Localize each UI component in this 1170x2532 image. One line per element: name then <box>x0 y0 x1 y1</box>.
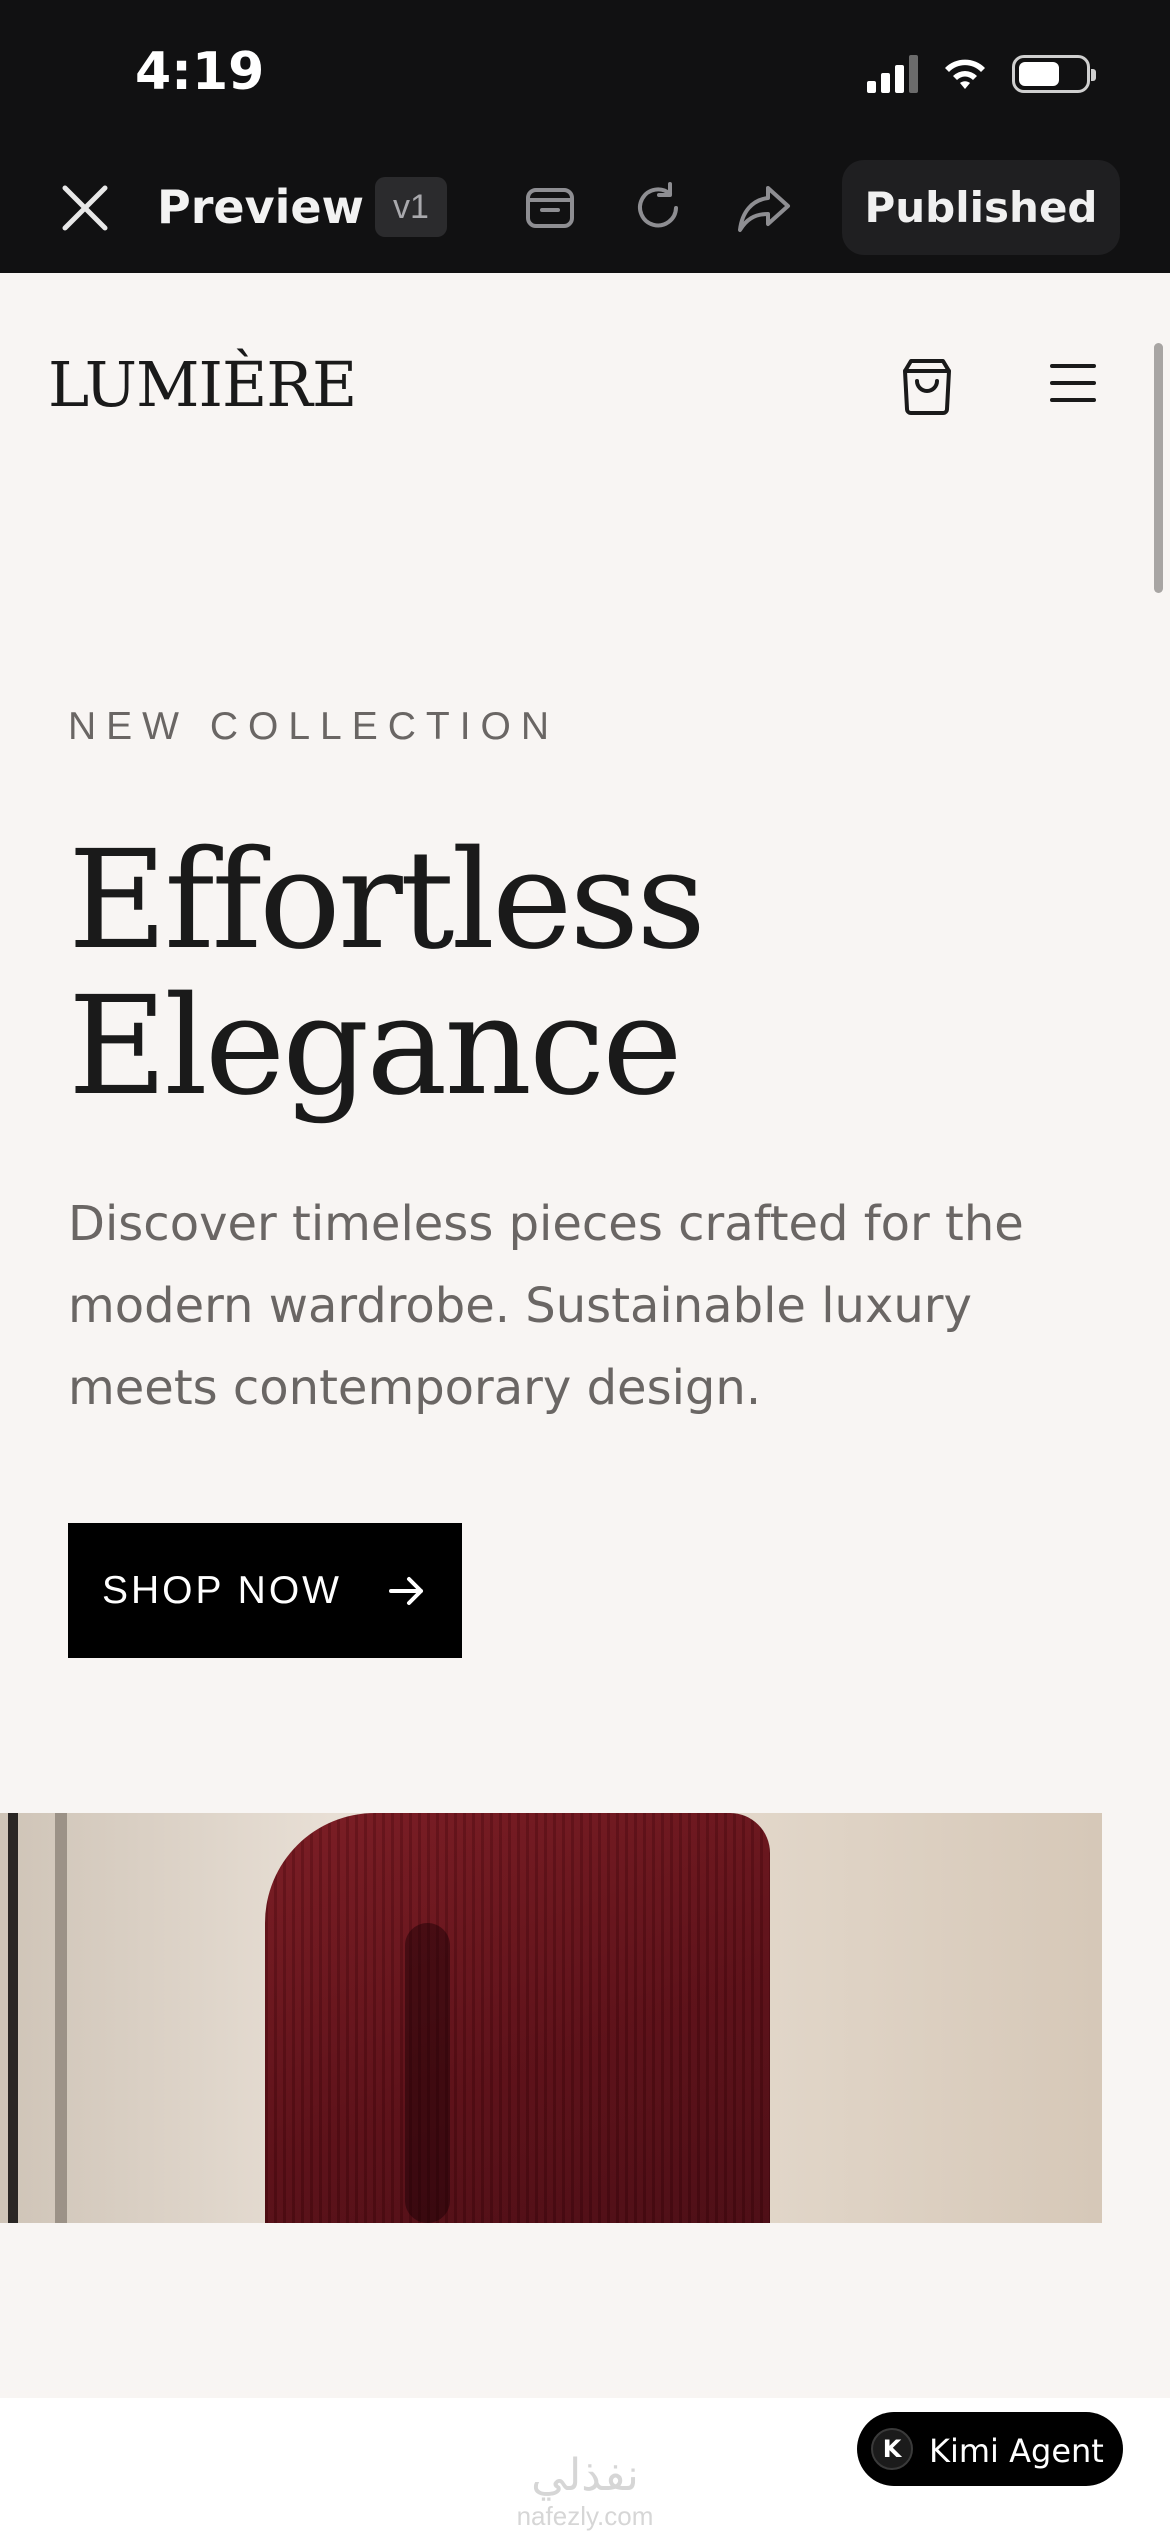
window-frame <box>8 1813 18 2223</box>
kimi-agent-label: Kimi Agent <box>929 2432 1104 2470</box>
hamburger-menu-icon[interactable] <box>1048 358 1098 408</box>
kimi-logo-icon: K <box>871 2428 913 2470</box>
watermark: نفذلي nafezly.com <box>510 2450 660 2532</box>
battery-icon <box>1012 55 1096 93</box>
share-icon[interactable] <box>736 180 792 236</box>
hero-title-line2: Elegance <box>68 968 683 1126</box>
refresh-icon[interactable] <box>630 180 686 236</box>
cellular-signal-icon <box>867 55 918 93</box>
watermark-latin: nafezly.com <box>516 2501 654 2531</box>
shopping-bag-icon[interactable] <box>897 355 957 417</box>
hero-image <box>0 1813 1102 2223</box>
published-button[interactable]: Published <box>842 160 1120 255</box>
close-icon[interactable] <box>55 178 115 238</box>
status-time: 4:19 <box>135 42 265 102</box>
window-frame-shadow <box>55 1813 67 2223</box>
hero-eyebrow: NEW COLLECTION <box>68 705 560 748</box>
preview-toolbar: Preview v1 Published <box>0 150 1170 273</box>
preview-title: Preview <box>157 180 365 234</box>
status-bar: 4:19 <box>0 0 1170 150</box>
hero-title-line1: Effortless <box>68 822 706 980</box>
folder-icon[interactable] <box>522 180 578 236</box>
hero-description: Discover timeless pieces crafted for the… <box>68 1196 1024 1416</box>
watermark-arabic: نفذلي <box>531 2450 639 2501</box>
sweater-fold <box>405 1923 450 2223</box>
hero-title: Effortless Elegance <box>68 828 1068 1120</box>
shop-now-label: SHOP NOW <box>102 1568 342 1612</box>
status-icons <box>867 55 1096 93</box>
version-badge[interactable]: v1 <box>375 177 447 237</box>
brand-logo[interactable]: LUMIÈRE <box>48 348 357 421</box>
scrollbar[interactable] <box>1154 343 1163 593</box>
wifi-icon <box>945 59 985 89</box>
arrow-right-icon <box>389 1577 423 1605</box>
kimi-agent-button[interactable]: K Kimi Agent <box>857 2412 1123 2486</box>
red-sweater-model <box>265 1813 770 2223</box>
shop-now-button[interactable]: SHOP NOW <box>68 1523 462 1658</box>
